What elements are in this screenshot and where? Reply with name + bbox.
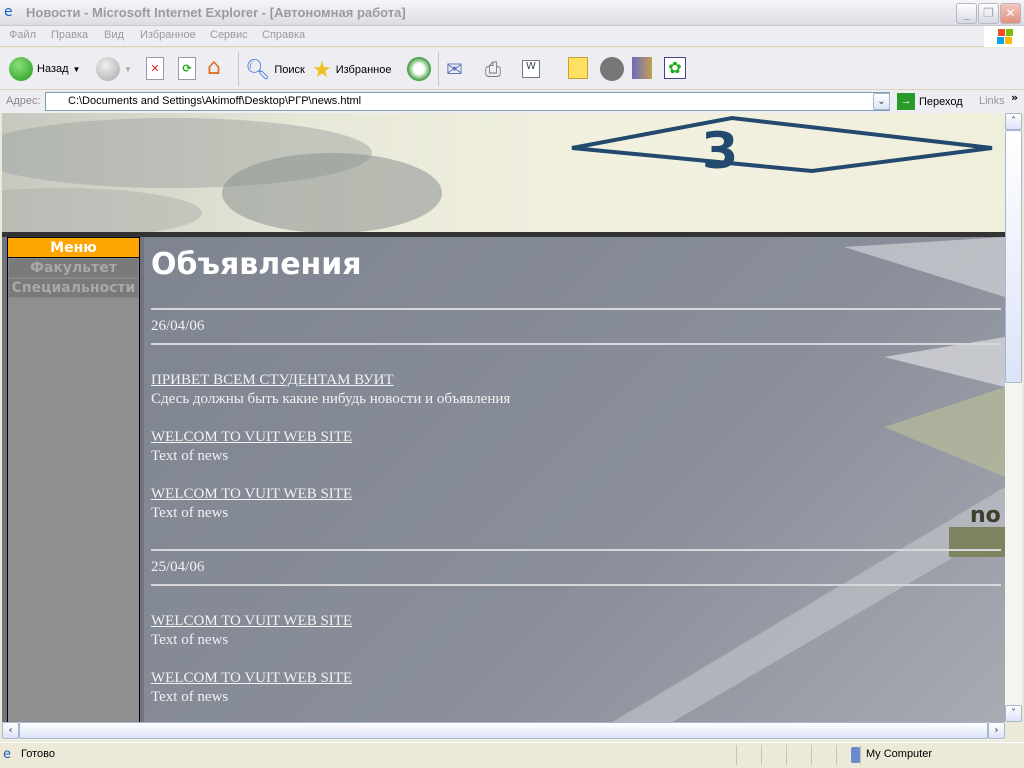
banner-image: З xyxy=(2,113,1005,233)
print-icon[interactable]: ⎙ xyxy=(485,57,501,81)
divider xyxy=(151,343,1001,345)
news-text: Сдесь должны быть какие нибудь новости и… xyxy=(151,391,511,407)
menu-tools[interactable]: Сервис xyxy=(210,29,248,41)
divider xyxy=(151,584,1001,586)
page-title: Объявления xyxy=(151,247,362,282)
svg-text:no: no xyxy=(970,503,1001,528)
security-zone: My Computer xyxy=(866,748,933,760)
divider xyxy=(151,308,1001,310)
toolbar: Назад ▼ ▼ ✕ ⟳ ⌂ 🔍︎ Поиск ★ Избранное ✉ ⎙ W … xyxy=(0,48,1024,90)
address-label: Адрес: xyxy=(6,95,41,107)
home-icon[interactable]: ⌂ xyxy=(207,55,221,80)
news-title-link[interactable]: ПРИВЕТ ВСЕМ СТУДЕНТАМ ВУИТ xyxy=(151,372,394,389)
divider xyxy=(151,549,1001,551)
news-title-link[interactable]: WELCOM TO VUIT WEB SITE xyxy=(151,429,352,446)
menu-view[interactable]: Вид xyxy=(104,29,124,41)
go-button[interactable]: → Переход xyxy=(897,93,963,110)
star-icon: ★ xyxy=(312,57,332,82)
news-title-link[interactable]: WELCOM TO VUIT WEB SITE xyxy=(151,613,352,630)
refresh-icon[interactable]: ⟳ xyxy=(178,57,196,80)
vertical-scroll-thumb[interactable] xyxy=(1005,130,1022,383)
news-text: Text of news xyxy=(151,448,229,464)
address-url: C:\Documents and Settings\Akimoff\Deskto… xyxy=(68,95,362,107)
vertical-scrollbar[interactable]: ˄ ˅ xyxy=(1005,113,1022,722)
scroll-up-icon[interactable]: ˄ xyxy=(1005,113,1022,130)
scroll-left-icon[interactable]: ‹ xyxy=(2,722,19,739)
go-label: Переход xyxy=(919,95,963,108)
menu-favorites[interactable]: Избранное xyxy=(140,29,196,41)
messenger-icon[interactable] xyxy=(600,57,624,81)
mail-icon[interactable]: ✉ xyxy=(446,57,463,81)
forward-button[interactable]: ▼ xyxy=(96,57,132,81)
ie-page-icon: e xyxy=(3,747,11,762)
address-dropdown-icon[interactable]: ⌄ xyxy=(873,93,890,110)
address-bar: Адрес: C:\Documents and Settings\Akimoff… xyxy=(0,90,1024,113)
forward-arrow-icon xyxy=(96,57,120,81)
back-arrow-icon xyxy=(9,57,33,81)
scroll-right-icon[interactable]: › xyxy=(988,722,1005,739)
computer-icon xyxy=(851,747,860,763)
menu-edit[interactable]: Правка xyxy=(51,29,88,41)
sidebar-item-faculty[interactable]: Факультет xyxy=(8,258,139,278)
ie-icon: e xyxy=(4,4,13,20)
window-title: Новости - Microsoft Internet Explorer - … xyxy=(26,5,406,20)
news-content: no Объявления 26/04/06 ПРИВЕТ ВСЕМ СТУДЕ… xyxy=(144,237,1005,722)
news-title-link[interactable]: WELCOM TO VUIT WEB SITE xyxy=(151,486,352,503)
news-title-link[interactable]: WELCOM TO VUIT WEB SITE xyxy=(151,670,352,687)
minimize-button[interactable]: _ xyxy=(956,3,977,24)
news-text: Text of news xyxy=(151,505,229,521)
news-date: 26/04/06 xyxy=(151,318,205,334)
news-text: Text of news xyxy=(151,632,229,648)
links-button[interactable]: Links xyxy=(979,95,1005,107)
search-label: Поиск xyxy=(274,63,305,76)
svg-text:З: З xyxy=(702,122,738,180)
menu-help[interactable]: Справка xyxy=(262,29,305,41)
status-bar: e Готово My Computer xyxy=(0,742,1024,768)
restore-button[interactable]: ❐ xyxy=(978,3,999,24)
address-input[interactable]: C:\Documents and Settings\Akimoff\Deskto… xyxy=(45,92,890,111)
favorites-button[interactable]: ★ Избранное xyxy=(312,57,391,83)
sidebar-item-specialties[interactable]: Специальности xyxy=(8,278,139,298)
menu-file[interactable]: Файл xyxy=(9,29,36,41)
horizontal-scrollbar[interactable]: ‹ › xyxy=(2,722,1005,740)
research-icon[interactable] xyxy=(632,57,652,79)
page-viewport: З Меню Факультет Специальности no Объявл… xyxy=(2,113,1005,722)
search-icon: 🔍︎ xyxy=(245,59,271,81)
windows-logo-icon xyxy=(984,26,1024,47)
icq-icon[interactable]: ✿ xyxy=(664,57,686,79)
history-icon[interactable] xyxy=(407,57,431,81)
back-label: Назад xyxy=(37,63,69,75)
news-text: Text of news xyxy=(151,689,229,705)
close-button[interactable]: ✕ xyxy=(1000,3,1021,24)
note-icon[interactable] xyxy=(568,57,588,79)
menu-header: Меню xyxy=(8,238,139,258)
back-button[interactable]: Назад ▼ xyxy=(9,57,80,81)
search-button[interactable]: 🔍︎ Поиск xyxy=(245,57,305,82)
go-arrow-icon: → xyxy=(897,93,915,110)
horizontal-scroll-thumb[interactable] xyxy=(19,722,988,739)
menu-bar: Файл Правка Вид Избранное Сервис Справка xyxy=(0,26,1024,47)
sidebar-menu: Меню Факультет Специальности xyxy=(7,237,140,722)
news-date: 25/04/06 xyxy=(151,559,205,575)
edit-icon[interactable]: W xyxy=(522,60,540,78)
stop-icon[interactable]: ✕ xyxy=(146,57,164,80)
favorites-label: Избранное xyxy=(335,64,392,76)
status-text: Готово xyxy=(21,748,55,760)
scroll-down-icon[interactable]: ˅ xyxy=(1005,705,1022,722)
chevron-icon[interactable]: » xyxy=(1011,91,1018,104)
title-bar: e Новости - Microsoft Internet Explorer … xyxy=(0,0,1024,26)
